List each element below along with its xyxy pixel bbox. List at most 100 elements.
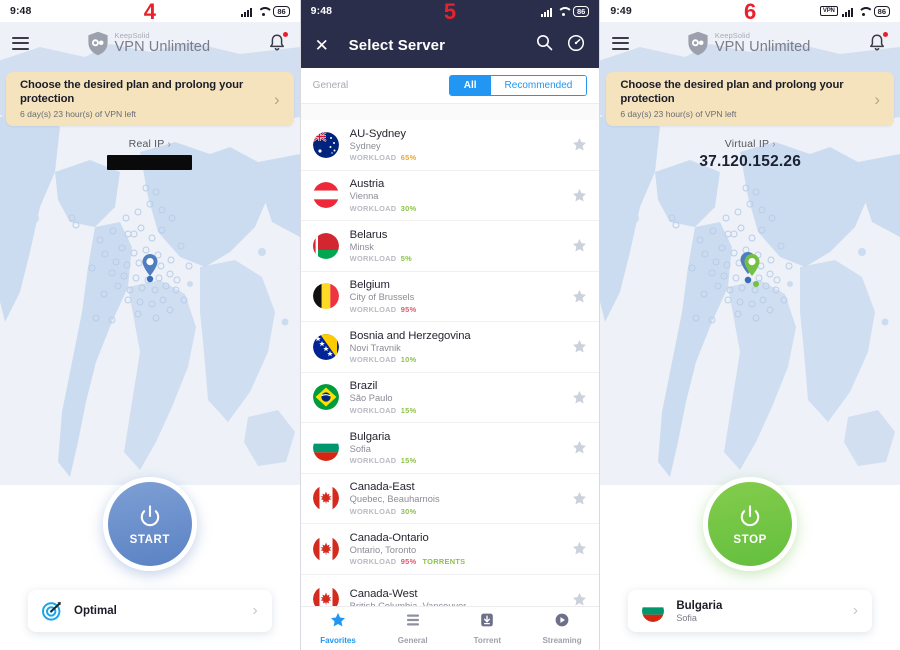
wifi-icon xyxy=(858,7,870,16)
status-icons: VPN 86 xyxy=(819,5,891,17)
notification-badge xyxy=(883,32,889,37)
torrent-icon xyxy=(479,612,495,633)
brand-logo: KeepSolid VPN Unlimited xyxy=(29,31,268,56)
search-icon[interactable] xyxy=(536,34,553,56)
server-list[interactable]: AU-Sydney Sydney WORKLOAD 65% Austria Vienna… xyxy=(300,120,600,606)
filter-group-label: General xyxy=(312,80,349,91)
flag-icon-bg xyxy=(642,600,665,622)
app-header: KeepSolid VPN Unlimited xyxy=(600,22,900,64)
power-button-label: STOP xyxy=(733,533,767,546)
ip-value: 37.120.152.26 xyxy=(699,153,802,170)
favorite-star-icon[interactable] xyxy=(572,541,587,556)
flag-icon-au xyxy=(312,131,339,158)
brand-logo: KeepSolid VPN Unlimited xyxy=(629,31,868,56)
favorite-star-icon[interactable] xyxy=(572,491,587,506)
server-list-item[interactable]: Belgium City of Brussels WORKLOAD 95% xyxy=(300,272,600,322)
favorite-star-icon[interactable] xyxy=(572,238,587,253)
server-name: Bulgaria xyxy=(349,430,391,443)
server-name: Bulgaria xyxy=(676,599,723,612)
server-city: Novi Travnik xyxy=(349,342,401,353)
play-icon xyxy=(554,612,570,633)
battery-icon: 86 xyxy=(873,5,891,17)
power-button-label: START xyxy=(129,533,171,546)
panel-vpn-connected: 6 9:49 VPN 86 KeepSolid VPN Unlimited Ch… xyxy=(600,0,900,650)
promo-title: Choose the desired plan and prolong your… xyxy=(20,79,244,105)
server-list-item[interactable]: Austria Vienna WORKLOAD 30% xyxy=(300,171,600,221)
filter-segmented-control[interactable]: All Recommended xyxy=(448,75,588,96)
current-server-card[interactable]: Bulgaria Sofia › xyxy=(628,590,873,632)
battery-icon: 86 xyxy=(573,5,590,17)
server-name: Belarus xyxy=(349,228,388,241)
tab-torrent[interactable]: Torrent xyxy=(450,607,525,650)
brand-text: KeepSolid VPN Unlimited xyxy=(714,31,811,55)
bell-icon[interactable] xyxy=(268,32,288,54)
ip-label: Real IP xyxy=(128,138,165,150)
virtual-ip-block[interactable]: Virtual IP › 37.120.152.26 xyxy=(600,138,900,171)
server-list-item[interactable]: Canada-West British Columbia, Vancouver xyxy=(301,575,600,606)
server-list-item[interactable]: Brazil São Paulo WORKLOAD 15% xyxy=(300,373,600,423)
hamburger-icon[interactable] xyxy=(612,33,630,53)
server-tag: TORRENTS xyxy=(422,557,466,566)
server-city: City of Brussels xyxy=(349,292,415,302)
server-list-item[interactable]: Bulgaria Sofia WORKLOAD 15% xyxy=(300,423,600,474)
signal-icon xyxy=(241,5,253,17)
promo-subtitle: 6 day(s) 23 hour(s) of VPN left xyxy=(620,109,737,119)
favorite-star-icon[interactable] xyxy=(572,440,587,455)
server-city: São Paulo xyxy=(349,393,393,403)
optimal-server-card[interactable]: Optimal › xyxy=(28,590,272,632)
flag-icon-ca xyxy=(312,535,339,562)
real-ip-block[interactable]: Real IP › xyxy=(0,138,300,175)
close-icon[interactable]: ✕ xyxy=(315,37,337,54)
favorite-star-icon[interactable] xyxy=(572,592,587,606)
tab-label: Favorites xyxy=(320,636,356,645)
server-name: Belgium xyxy=(349,279,390,291)
filter-tab-recommended[interactable]: Recommended xyxy=(490,76,587,95)
start-button[interactable]: START xyxy=(102,477,197,571)
chevron-right-icon: › xyxy=(167,139,171,150)
status-icons: 86 xyxy=(241,5,290,17)
flag-icon-bg xyxy=(312,434,339,461)
flag-icon-ca xyxy=(312,485,339,512)
server-list-item[interactable]: Belarus Minsk WORKLOAD 5% xyxy=(300,221,600,272)
server-city: Quebec, Beauharnois xyxy=(349,494,440,504)
notification-badge xyxy=(282,32,288,37)
favorite-star-icon[interactable] xyxy=(572,137,587,152)
server-name: Canada-Ontario xyxy=(349,531,429,544)
server-list-item[interactable]: Canada-East Quebec, Beauharnois WORKLOAD 3… xyxy=(300,474,600,524)
brand-vpn-unlimited: VPN Unlimited xyxy=(714,39,811,55)
tab-streaming[interactable]: Streaming xyxy=(525,607,600,650)
server-name: Canada-East xyxy=(349,481,415,493)
server-list-item[interactable]: Bosnia and Herzegovina Novi Travnik WORKLO… xyxy=(300,322,600,373)
stop-button[interactable]: STOP xyxy=(703,477,798,571)
server-city: Ontario, Toronto xyxy=(349,544,417,555)
server-workload: WORKLOAD 95% xyxy=(349,304,417,314)
server-workload: WORKLOAD 30% xyxy=(349,506,417,516)
promo-banner[interactable]: Choose the desired plan and prolong your… xyxy=(606,72,895,126)
server-list-item[interactable]: Canada-Ontario Ontario, Toronto WORKLOAD 9… xyxy=(300,524,600,575)
favorite-star-icon[interactable] xyxy=(572,390,587,405)
promo-subtitle: 6 day(s) 23 hour(s) of VPN left xyxy=(20,109,137,119)
favorite-star-icon[interactable] xyxy=(572,188,587,203)
signal-icon xyxy=(841,5,854,17)
server-list-item[interactable]: AU-Sydney Sydney WORKLOAD 65% xyxy=(300,120,600,171)
favorite-star-icon[interactable] xyxy=(572,289,587,304)
chevron-right-icon: › xyxy=(274,89,280,109)
flag-icon-be xyxy=(312,283,339,310)
promo-banner[interactable]: Choose the desired plan and prolong your… xyxy=(6,72,294,126)
tab-label: General xyxy=(397,636,428,645)
tab-general[interactable]: General xyxy=(375,607,450,650)
filter-tab-all[interactable]: All xyxy=(449,76,491,95)
promo-title: Choose the desired plan and prolong your… xyxy=(620,79,844,105)
tab-favorites[interactable]: Favorites xyxy=(301,607,376,650)
select-server-header: ✕ Select Server xyxy=(300,22,600,68)
flag-icon-ca xyxy=(312,586,339,606)
speedometer-icon[interactable] xyxy=(567,34,585,57)
chevron-right-icon: › xyxy=(852,602,859,619)
bell-icon[interactable] xyxy=(868,32,889,54)
brand-keepsolid: KeepSolid xyxy=(114,30,150,40)
chevron-right-icon: › xyxy=(252,602,258,619)
favorite-star-icon[interactable] xyxy=(572,339,587,354)
hamburger-icon[interactable] xyxy=(12,33,29,53)
chevron-right-icon: › xyxy=(874,89,881,109)
flag-icon-br xyxy=(312,384,339,411)
